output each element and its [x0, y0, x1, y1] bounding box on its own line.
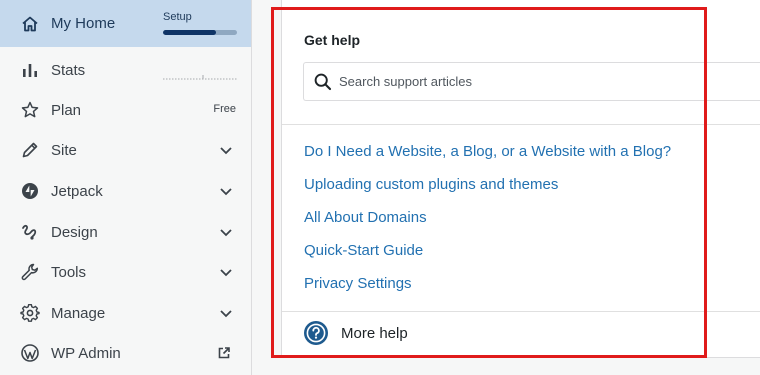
sidebar-item-manage[interactable]: Manage — [0, 293, 251, 333]
setup-progress-bar — [163, 30, 237, 35]
gear-icon — [20, 303, 40, 323]
wordpress-icon — [20, 343, 40, 363]
brush-icon — [20, 222, 40, 242]
search-icon — [313, 72, 333, 92]
sidebar-item-site[interactable]: Site — [0, 130, 251, 170]
search-box[interactable] — [303, 62, 760, 101]
divider — [282, 124, 760, 125]
help-link[interactable]: Quick-Start Guide — [304, 242, 423, 259]
setup-progress-fill — [163, 30, 217, 35]
chevron-down-icon[interactable] — [218, 305, 234, 321]
chevron-down-icon[interactable] — [218, 224, 234, 240]
search-input[interactable] — [339, 74, 719, 89]
stats-icon — [20, 60, 40, 80]
help-link[interactable]: Privacy Settings — [304, 275, 412, 292]
star-icon — [20, 100, 40, 120]
plan-badge: Free — [213, 103, 236, 115]
sidebar-item-tools[interactable]: Tools — [0, 252, 251, 292]
chevron-down-icon[interactable] — [218, 183, 234, 199]
more-help-label: More help — [341, 324, 408, 342]
chevron-down-icon[interactable] — [218, 264, 234, 280]
sidebar-item-wp-admin[interactable]: WP Admin — [0, 333, 251, 373]
help-link[interactable]: Uploading custom plugins and themes — [304, 176, 558, 193]
sidebar-item-plan[interactable]: Plan Free — [0, 90, 251, 130]
sidebar: My Home Setup Stats Plan Free Site Jetpa… — [0, 0, 252, 375]
chevron-down-icon[interactable] — [218, 142, 234, 158]
sidebar-item-stats[interactable]: Stats — [0, 50, 251, 90]
divider — [282, 311, 760, 312]
help-link[interactable]: All About Domains — [304, 209, 427, 226]
pencil-icon — [20, 140, 40, 160]
help-link[interactable]: Do I Need a Website, a Blog, or a Websit… — [304, 143, 671, 160]
sidebar-item-design[interactable]: Design — [0, 212, 251, 252]
wrench-icon — [20, 262, 40, 282]
setup-progress[interactable]: Setup — [163, 11, 238, 35]
external-link-icon — [217, 346, 231, 360]
stats-sparkline — [163, 72, 238, 80]
more-help-button[interactable]: More help — [303, 320, 408, 346]
home-icon — [20, 14, 40, 34]
setup-label: Setup — [163, 11, 192, 23]
help-title: Get help — [304, 32, 361, 48]
question-mark-icon — [303, 320, 329, 346]
sidebar-item-jetpack[interactable]: Jetpack — [0, 171, 251, 211]
jetpack-icon — [20, 181, 40, 201]
